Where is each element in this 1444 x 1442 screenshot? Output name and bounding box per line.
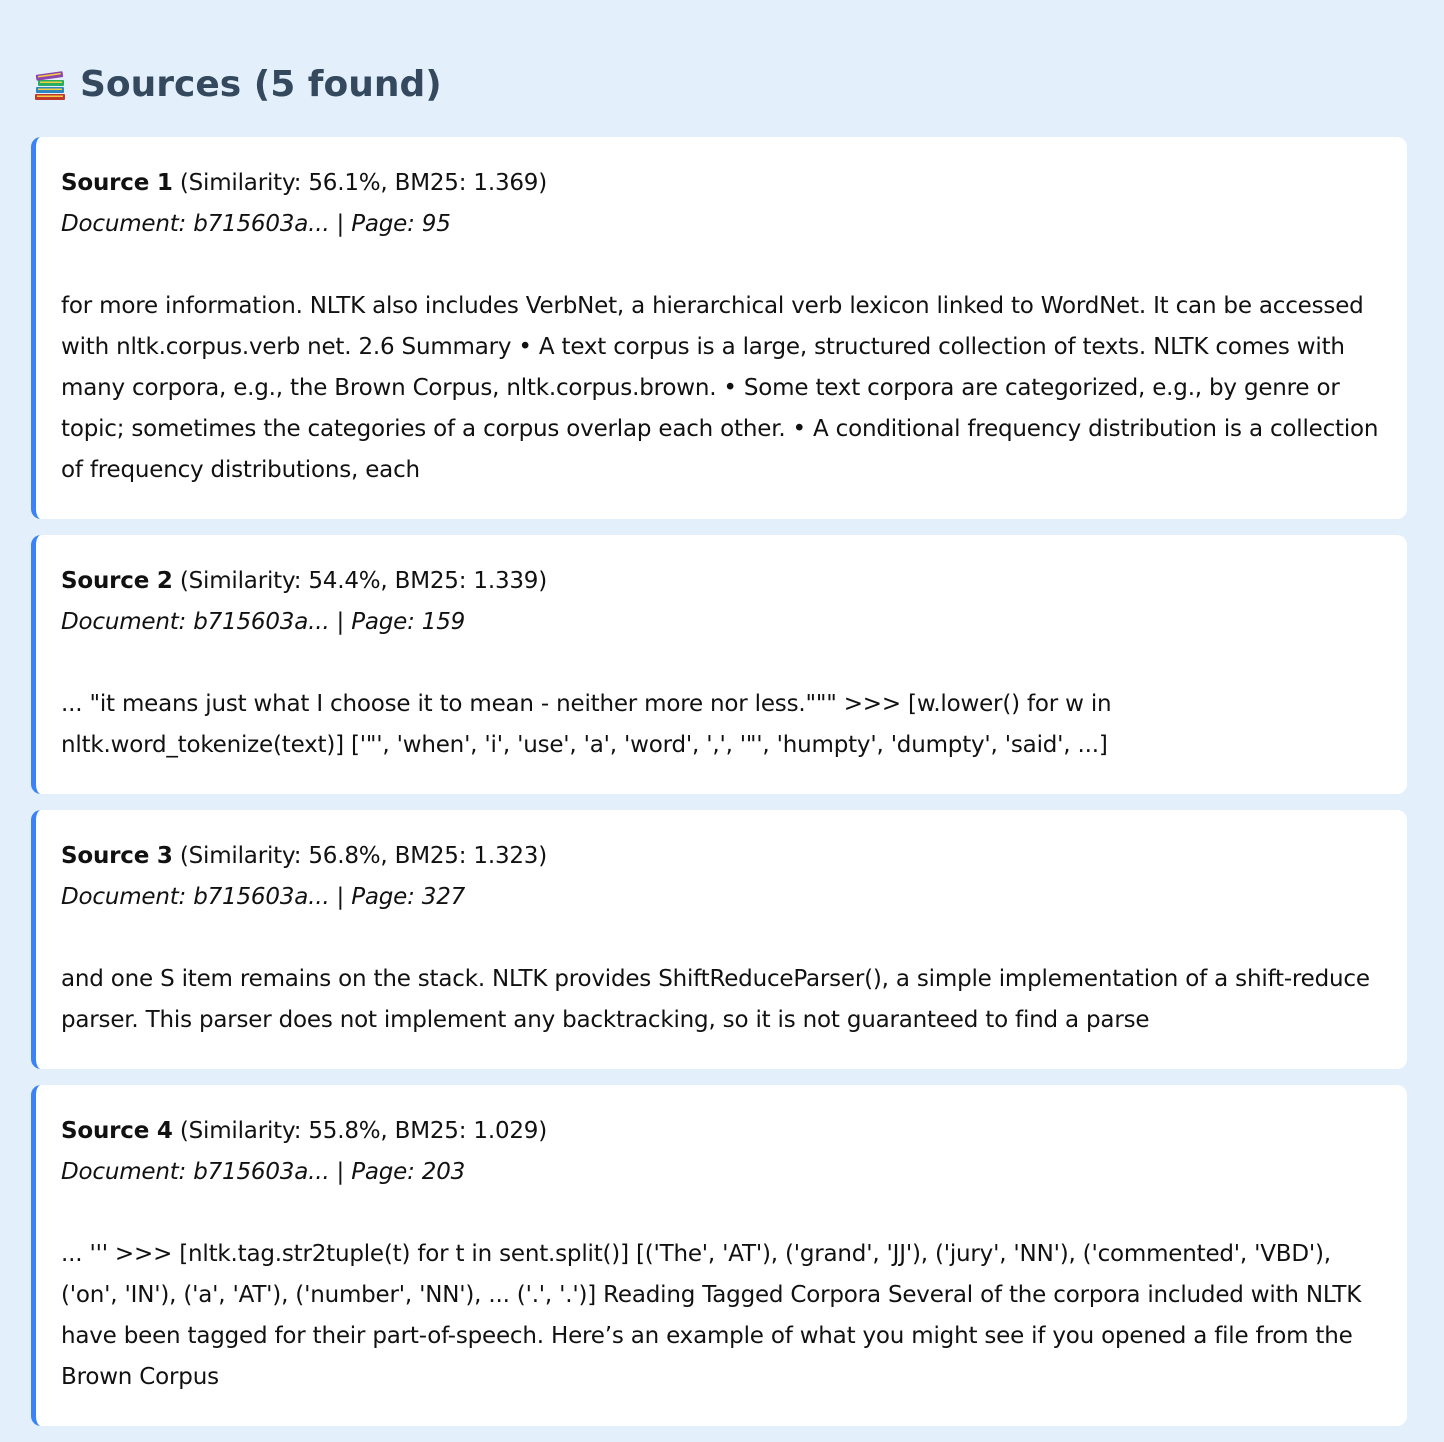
source-meta: Document: b715603a... | Page: 95 (61, 211, 451, 237)
books-icon (32, 66, 68, 102)
source-scores: (Similarity: 56.8%, BM25: 1.323) (179, 843, 548, 869)
source-excerpt: for more information. NLTK also includes… (61, 293, 1379, 483)
source-header: Source 3 (Similarity: 56.8%, BM25: 1.323… (61, 836, 1379, 877)
source-meta: Document: b715603a... | Page: 159 (61, 609, 466, 635)
source-card-3: Source 3 (Similarity: 56.8%, BM25: 1.323… (31, 810, 1407, 1069)
sources-heading-text: Sources (5 found) (80, 63, 442, 105)
source-title: Source 2 (61, 568, 173, 594)
source-header: Source 1 (Similarity: 56.1%, BM25: 1.369… (61, 163, 1379, 204)
source-title: Source 1 (61, 170, 173, 196)
source-card-4: Source 4 (Similarity: 55.8%, BM25: 1.029… (31, 1085, 1407, 1426)
source-excerpt: and one S item remains on the stack. NLT… (61, 966, 1370, 1033)
sources-panel: Sources (5 found) Source 1 (Similarity: … (0, 0, 1444, 1426)
source-scores: (Similarity: 56.1%, BM25: 1.369) (179, 170, 548, 196)
source-card-1: Source 1 (Similarity: 56.1%, BM25: 1.369… (31, 137, 1407, 519)
source-list: Source 1 (Similarity: 56.1%, BM25: 1.369… (31, 137, 1407, 1442)
source-excerpt: ... "it means just what I choose it to m… (61, 691, 1112, 758)
source-header: Source 4 (Similarity: 55.8%, BM25: 1.029… (61, 1111, 1379, 1152)
source-header: Source 2 (Similarity: 54.4%, BM25: 1.339… (61, 561, 1379, 602)
source-meta: Document: b715603a... | Page: 203 (61, 1159, 466, 1185)
source-title: Source 3 (61, 843, 173, 869)
source-scores: (Similarity: 55.8%, BM25: 1.029) (179, 1118, 548, 1144)
source-scores: (Similarity: 54.4%, BM25: 1.339) (179, 568, 548, 594)
source-meta: Document: b715603a... | Page: 327 (61, 884, 466, 910)
source-card-2: Source 2 (Similarity: 54.4%, BM25: 1.339… (31, 535, 1407, 794)
sources-heading: Sources (5 found) (32, 60, 1444, 108)
source-excerpt: ... ''' >>> [nltk.tag.str2tuple(t) for t… (61, 1241, 1362, 1390)
source-title: Source 4 (61, 1118, 173, 1144)
